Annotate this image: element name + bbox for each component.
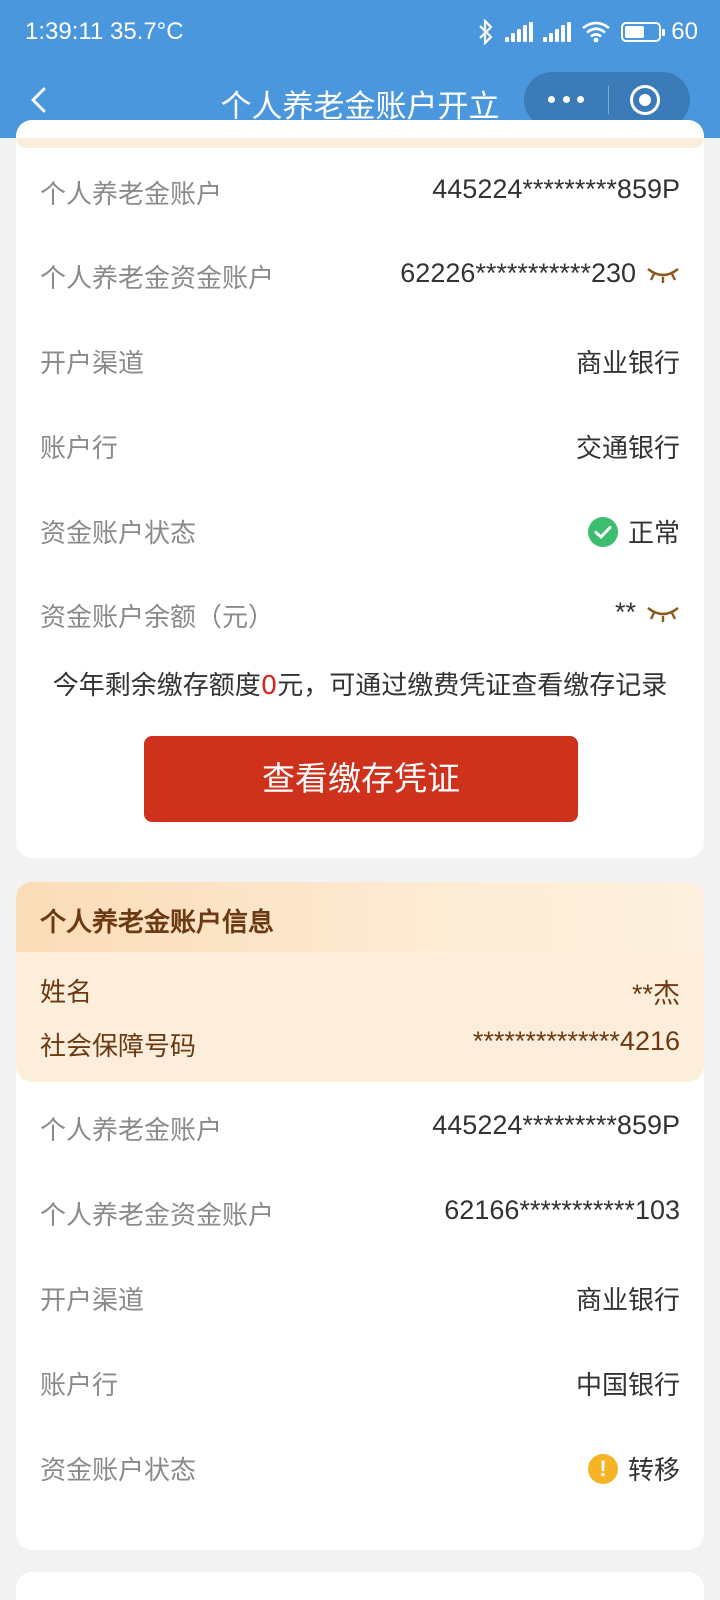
row-value: 商业银行 [576,1280,680,1317]
row-label: 资金账户状态 [40,1456,197,1486]
row-channel: 开户渠道 商业银行 [40,339,680,379]
row-value: 正常 [587,513,680,550]
channel-value: 商业银行 [575,349,680,379]
eye-closed-icon[interactable] [646,603,680,623]
personal-info-block: 姓名 **杰 社会保障号码 **************4216 [16,952,704,1082]
row-label: 开户渠道 [40,349,145,379]
quota-prefix: 今年剩余缴存额度 [52,671,261,701]
row-bank: 账户行 中国银行 [40,1361,680,1401]
section-header: 个人养老金账户信息 [16,882,704,952]
ssn-label: 社会保障号码 [40,1032,197,1062]
row-label: 资金账户状态 [40,519,197,549]
target-icon[interactable] [630,85,660,115]
temperature: 35.7°C [109,18,184,45]
signal-icon [505,22,534,42]
quota-text: 今年剩余缴存额度0元，可通过缴费凭证查看缴存记录 [16,665,704,702]
row-status: 资金账户状态 正常 [40,509,680,549]
quota-suffix: 元，可通过缴费凭证查看缴存记录 [277,671,668,701]
account-card-1: 个人养老金账户 445224*********859P 个人养老金资金账户 62… [16,120,704,858]
status-value: 转移 [627,1456,680,1486]
battery-level: 60 [671,18,698,45]
eye-closed-icon[interactable] [646,264,680,284]
fund-account-number: 62226***********230 [400,258,636,288]
bluetooth-icon [479,19,493,45]
status-bar: 1:39:11 35.7°C 60 [0,0,720,64]
row-fund-account: 个人养老金资金账户 62166***********103 [40,1191,680,1231]
info-row-ssn: 社会保障号码 **************4216 [40,1026,680,1062]
battery-fill [625,26,645,38]
row-label: 账户行 [40,434,119,464]
signal-icon-2 [543,22,572,42]
warning-icon: ! [587,1453,618,1484]
row-value: 中国银行 [576,1365,680,1402]
more-icon[interactable] [548,87,584,111]
card-top-strip [16,138,704,148]
row-label: 个人养老金账户 [40,1116,223,1146]
name-label: 姓名 [40,978,93,1008]
row-status: 资金账户状态 ! 转移 [40,1446,680,1486]
row-balance: 资金账户余额（元） ** [40,593,680,633]
row-fund-account: 个人养老金资金账户 62226***********230 [40,254,680,294]
account-card-2: 个人养老金账户信息 姓名 **杰 社会保障号码 **************42… [16,882,704,1550]
row-value: 交通银行 [576,428,680,465]
row-label: 账户行 [40,1371,119,1401]
row-value: 62226***********230 [400,258,680,289]
channel-value: 商业银行 [575,1286,680,1316]
pension-account-number: 445224*********859P [432,1110,680,1140]
row-pension-account: 个人养老金账户 445224*********859P [40,170,680,210]
pension-account-number: 445224*********859P [432,174,680,204]
row-label: 个人养老金资金账户 [40,1201,275,1231]
row-value: 445224*********859P [432,174,680,205]
check-circle-icon [587,516,618,547]
bank-value: 中国银行 [575,1371,680,1401]
row-label: 开户渠道 [40,1286,145,1316]
row-value: 62166***********103 [444,1195,680,1226]
row-value: ** [615,597,680,628]
battery-icon [621,22,666,42]
status-value: 正常 [627,519,680,549]
row-value: 商业银行 [576,343,680,380]
view-receipt-button[interactable]: 查看缴存凭证 [144,736,578,822]
name-value: **杰 [631,979,680,1009]
row-value: 445224*********859P [432,1110,680,1141]
status-icons: 60 [477,14,698,50]
row-label: 个人养老金账户 [40,180,223,210]
fund-account-number: 62166***********103 [444,1195,680,1225]
row-bank: 账户行 交通银行 [40,424,680,464]
row-label: 资金账户余额（元） [40,603,275,633]
ssn-value: **************4216 [472,1026,680,1056]
status-time: 1:39:11 35.7°C [25,18,184,46]
row-value: ! 转移 [587,1450,680,1487]
section-title: 个人养老金账户信息 [40,908,275,938]
balance-value: ** [614,597,636,627]
quota-amount: 0 [260,671,278,701]
capsule-divider [608,86,609,114]
wifi-icon [582,21,611,43]
bank-value: 交通银行 [575,434,680,464]
row-channel: 开户渠道 商业银行 [40,1276,680,1316]
account-card-3 [16,1572,704,1600]
clock: 1:39:11 [25,18,104,45]
row-pension-account: 个人养老金账户 445224*********859P [40,1106,680,1146]
info-row-name: 姓名 **杰 [40,972,680,1009]
row-label: 个人养老金资金账户 [40,264,275,294]
